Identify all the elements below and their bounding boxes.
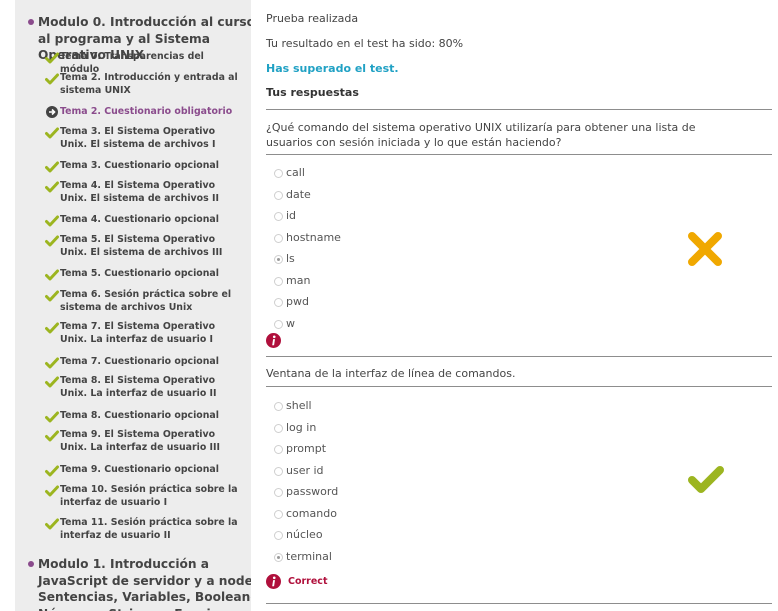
check-icon (45, 161, 59, 173)
check-icon (45, 181, 59, 193)
check-icon (45, 430, 59, 442)
option-label: w (286, 317, 295, 330)
check-icon (45, 465, 59, 477)
sidebar-item-label: Tema 5. El Sistema Operativo Unix. El si… (60, 234, 223, 258)
answers-heading: Tus respuestas (266, 86, 359, 99)
question-2-text: Ventana de la interfaz de línea de coman… (266, 367, 516, 380)
check-icon (688, 466, 724, 493)
check-icon (45, 290, 59, 302)
option-label: id (286, 209, 297, 222)
radio-button[interactable] (274, 488, 283, 497)
info-icon[interactable] (266, 333, 281, 348)
module-bullet-icon (28, 19, 34, 25)
arrow-circle-icon (46, 106, 58, 118)
option-label: date (286, 188, 311, 201)
divider (266, 603, 772, 604)
divider (266, 386, 772, 387)
check-icon (45, 485, 59, 497)
divider (266, 356, 772, 357)
sidebar-item-label: Tema 11. Sesión práctica sobre la interf… (60, 517, 238, 541)
question-1-text: ¿Qué comando del sistema operativo UNIX … (266, 121, 696, 149)
option-label: núcleo (286, 528, 323, 541)
option-label: man (286, 274, 311, 287)
sidebar-item-label: Tema 9. Cuestionario opcional (60, 464, 219, 475)
sidebar-item-label: Tema 2. Cuestionario obligatorio (60, 106, 233, 117)
feedback-text: Correct (288, 576, 328, 587)
check-icon (45, 376, 59, 388)
sidebar-item-label: Tema 2. Introducción y entrada al sistem… (60, 72, 238, 96)
radio-button[interactable] (274, 169, 283, 178)
sidebar-item-label: Tema 6. Sesión práctica sobre el sistema… (60, 289, 232, 313)
option-label: comando (286, 507, 337, 520)
option-label: shell (286, 399, 312, 412)
radio-button[interactable] (274, 467, 283, 476)
sidebar-item-label: Tema 5. Cuestionario opcional (60, 268, 219, 279)
module-1-title[interactable]: Modulo 1. Introducción a JavaScript de s… (15, 556, 251, 611)
passed-message: Has superado el test. (266, 62, 399, 75)
option-label: terminal (286, 550, 332, 563)
check-icon (45, 518, 59, 530)
radio-button[interactable] (274, 234, 283, 243)
option-label: hostname (286, 231, 341, 244)
course-sidebar: Modulo 0. Introducción al curso, al prog… (15, 0, 251, 611)
radio-button[interactable] (274, 424, 283, 433)
info-icon[interactable] (266, 574, 281, 589)
quiz-results: Prueba realizada Tu resultado en el test… (266, 0, 772, 611)
check-icon (45, 52, 59, 64)
result-text: Tu resultado en el test ha sido: 80% (266, 37, 464, 50)
option-label: pwd (286, 295, 309, 308)
module-1-label: Modulo 1. Introducción a JavaScript de s… (38, 557, 251, 611)
sidebar-item-label: Tema 3. El Sistema Operativo Unix. El si… (60, 126, 216, 150)
sidebar-item-label: Tema 10. Sesión práctica sobre la interf… (60, 484, 238, 508)
check-icon (45, 235, 59, 247)
radio-button[interactable] (274, 320, 283, 329)
check-icon (45, 411, 59, 423)
check-icon (45, 269, 59, 281)
cross-icon (688, 232, 722, 266)
divider (266, 109, 772, 110)
divider (266, 154, 772, 155)
check-icon (45, 127, 59, 139)
sidebar-item-label: Tema 4. Cuestionario opcional (60, 214, 219, 225)
option-label: ls (286, 252, 295, 265)
module-bullet-icon (28, 561, 34, 567)
check-icon (45, 357, 59, 369)
radio-button[interactable] (274, 553, 283, 562)
option-label: password (286, 485, 339, 498)
sidebar-item-label: Tema 3. Cuestionario opcional (60, 160, 219, 171)
option-label: call (286, 166, 305, 179)
sidebar-item-label: Tema 7. Cuestionario opcional (60, 356, 219, 367)
option-label: prompt (286, 442, 327, 455)
option-label: user id (286, 464, 324, 477)
sidebar-item-label: Tema 4. El Sistema Operativo Unix. El si… (60, 180, 219, 204)
check-icon (45, 73, 59, 85)
sidebar-item-label: Tema 8. El Sistema Operativo Unix. La in… (60, 375, 217, 399)
radio-button[interactable] (274, 402, 283, 411)
status-text: Prueba realizada (266, 12, 359, 25)
sidebar-item-label: Tema 7. El Sistema Operativo Unix. La in… (60, 321, 216, 345)
radio-button[interactable] (274, 277, 283, 286)
check-icon (45, 215, 59, 227)
radio-button[interactable] (274, 255, 283, 264)
radio-button[interactable] (274, 191, 283, 200)
radio-button[interactable] (274, 212, 283, 221)
radio-button[interactable] (274, 531, 283, 540)
option-label: log in (286, 421, 317, 434)
radio-button[interactable] (274, 445, 283, 454)
sidebar-item-label: Tema 8. Cuestionario opcional (60, 410, 219, 421)
check-icon (45, 322, 59, 334)
radio-button[interactable] (274, 298, 283, 307)
sidebar-item-label: Tema 9. El Sistema Operativo Unix. La in… (60, 429, 221, 453)
radio-button[interactable] (274, 510, 283, 519)
